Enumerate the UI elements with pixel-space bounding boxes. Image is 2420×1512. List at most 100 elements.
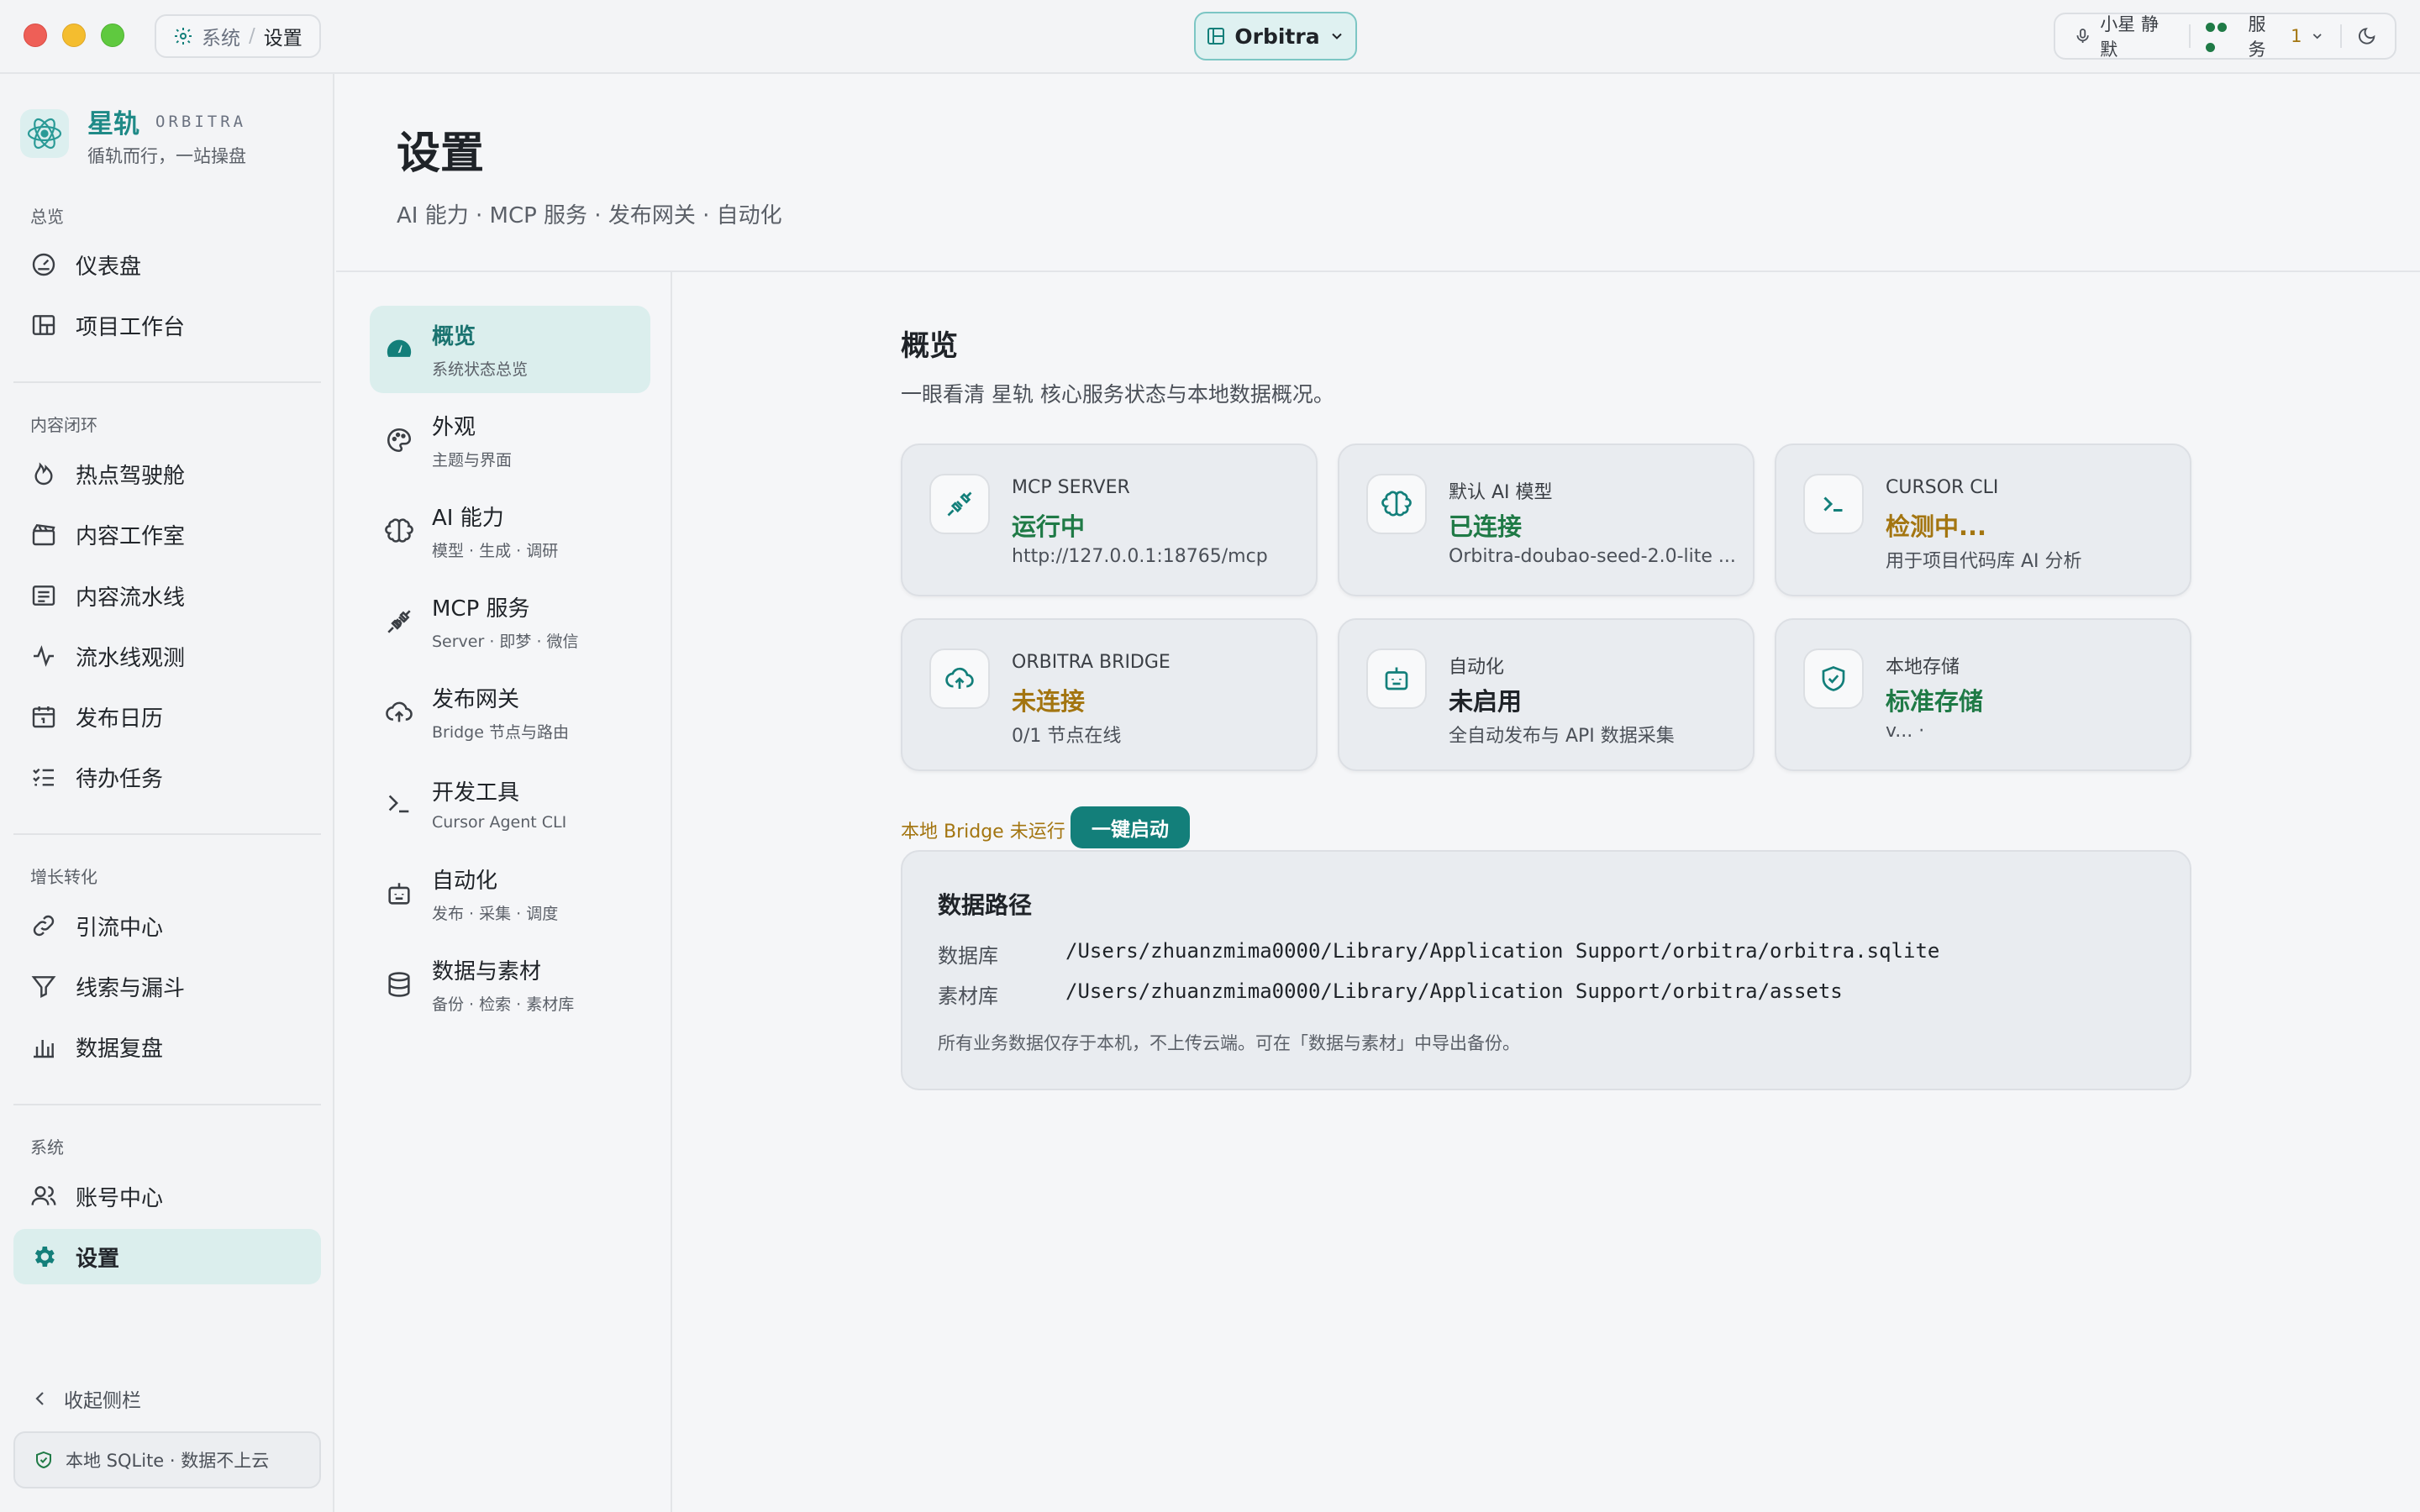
card-detail: 用于项目代码库 AI 分析 <box>1886 551 2082 572</box>
sidebar-item-pipeline[interactable]: 内容流水线 <box>13 568 321 623</box>
settings-tab-gateway[interactable]: 发布网关 Bridge 节点与路由 <box>370 669 650 756</box>
sidebar-item-calendar[interactable]: 发布日历 <box>13 689 321 744</box>
settings-tab-title: 发布网关 <box>432 687 520 712</box>
status-bar: 小星 静默 服务 1 <box>2054 13 2396 60</box>
sidebar-item-funnel[interactable]: 线索与漏斗 <box>13 958 321 1014</box>
card-value: 未连接 <box>1012 687 1086 716</box>
settings-tab-desc: Bridge 节点与路由 <box>432 723 569 742</box>
services-count: 1 <box>2291 26 2302 46</box>
bar-chart-icon <box>34 1040 54 1058</box>
card-icon-box <box>1803 648 1864 709</box>
terminal-icon <box>388 795 409 813</box>
link-icon <box>33 915 55 937</box>
microphone-icon[interactable] <box>2074 27 2091 45</box>
sidebar-item-observe[interactable]: 流水线观测 <box>13 628 321 684</box>
sidebar-item-label: 仪表盘 <box>76 254 142 280</box>
database-icon <box>388 972 410 997</box>
settings-tab-mcp[interactable]: MCP 服务 Server · 即梦 · 微信 <box>370 578 650 665</box>
card-icon-box <box>929 474 990 534</box>
palette-icon <box>387 428 412 453</box>
card-detail: 全自动发布与 API 数据采集 <box>1449 726 1675 747</box>
settings-tab-desc: 主题与界面 <box>432 451 513 470</box>
terminal-icon <box>1823 496 1843 512</box>
sidebar-item-review[interactable]: 数据复盘 <box>13 1019 321 1074</box>
settings-tab-ai[interactable]: AI 能力 模型 · 生成 · 调研 <box>370 487 650 575</box>
gear-icon <box>175 28 192 45</box>
app-switcher[interactable]: Orbitra <box>1194 12 1357 60</box>
settings-tab-appearance[interactable]: 外观 主题与界面 <box>370 396 650 484</box>
chevron-down-icon <box>1331 33 1342 39</box>
page-subtitle: AI 能力 · MCP 服务 · 发布网关 · 自动化 <box>397 203 782 228</box>
sidebar-item-traffic[interactable]: 引流中心 <box>13 898 321 953</box>
overview-description: 一眼看清 星轨 核心服务状态与本地数据概况。 <box>901 382 1334 407</box>
brand-logo <box>20 109 69 158</box>
overview-title: 概览 <box>901 329 958 363</box>
status-card-mcp-server[interactable]: MCP SERVER 运行中 http://127.0.0.1:18765/mc… <box>901 444 1318 596</box>
card-label: ORBITRA BRIDGE <box>1012 652 1171 673</box>
card-icon-box <box>1366 648 1427 709</box>
settings-tab-automation[interactable]: 自动化 发布 · 采集 · 调度 <box>370 850 650 937</box>
sidebar-item-hotspot[interactable]: 热点驾驶舱 <box>13 446 321 501</box>
services-label[interactable]: 服务 <box>2248 11 2282 61</box>
breadcrumb-parent[interactable]: 系统 <box>202 22 240 50</box>
window-minimize-button[interactable] <box>62 24 86 47</box>
breadcrumb[interactable]: 系统 / 设置 <box>155 14 321 58</box>
card-icon-box <box>929 648 990 709</box>
sidebar-section-content: 内容闭环 <box>30 415 97 435</box>
moon-icon[interactable] <box>2357 26 2376 46</box>
sidebar-item-studio[interactable]: 内容工作室 <box>13 507 321 562</box>
service-status-dots <box>2205 16 2240 56</box>
card-value: 检测中... <box>1886 512 1987 541</box>
status-card-storage[interactable]: 本地存储 标准存储 v... · <box>1775 618 2191 771</box>
window-zoom-button[interactable] <box>101 24 124 47</box>
settings-tab-title: 外观 <box>432 415 476 440</box>
page-title: 设置 <box>397 129 485 179</box>
users-icon <box>31 1186 56 1205</box>
chevron-down-icon[interactable] <box>2310 29 2324 44</box>
chevron-left-icon <box>35 1392 44 1405</box>
sidebar-item-accounts[interactable]: 账号中心 <box>13 1168 321 1224</box>
grid-icon <box>32 315 55 335</box>
settings-tab-desc: Cursor Agent CLI <box>432 812 567 832</box>
settings-tab-devtools[interactable]: 开发工具 Cursor Agent CLI <box>370 759 650 847</box>
settings-tab-title: 数据与素材 <box>432 959 542 984</box>
breadcrumb-separator: / <box>249 25 255 47</box>
collapse-sidebar-button[interactable]: 收起侧栏 <box>30 1384 141 1413</box>
path-value-assets[interactable]: /Users/zhuanzmima0000/Library/Applicatio… <box>1065 979 1843 1003</box>
status-card-automation[interactable]: 自动化 未启用 全自动发布与 API 数据采集 <box>1338 618 1754 771</box>
window-close-button[interactable] <box>24 24 47 47</box>
settings-tab-overview[interactable]: 概览 系统状态总览 <box>370 306 650 393</box>
path-value-database[interactable]: /Users/zhuanzmima0000/Library/Applicatio… <box>1065 939 1939 963</box>
sidebar-item-settings[interactable]: 设置 <box>13 1229 321 1284</box>
brain-icon <box>1381 491 1412 517</box>
sidebar-item-label: 账号中心 <box>76 1185 164 1211</box>
path-label-assets: 素材库 <box>938 984 998 1008</box>
sidebar-item-label: 发布日历 <box>76 706 164 732</box>
sidebar-item-workspace[interactable]: 项目工作台 <box>13 297 321 353</box>
gear-icon <box>34 1247 55 1267</box>
sidebar-item-label: 内容工作室 <box>76 523 186 549</box>
voice-status[interactable]: 小星 静默 <box>2100 11 2174 61</box>
data-paths-card: 数据路径 数据库 /Users/zhuanzmima0000/Library/A… <box>901 850 2191 1090</box>
sidebar-section-system: 系统 <box>30 1137 64 1158</box>
sidebar-item-dashboard[interactable]: 仪表盘 <box>13 237 321 292</box>
start-bridge-button[interactable]: 一键启动 <box>1071 806 1190 848</box>
status-card-cursor-cli[interactable]: CURSOR CLI 检测中... 用于项目代码库 AI 分析 <box>1775 444 2191 596</box>
settings-nav: 概览 系统状态总览 外观 主题与界面 AI 能力 模型 · 生成 · 调研 MC… <box>336 272 672 1512</box>
clapperboard-icon <box>32 524 55 546</box>
settings-tab-title: MCP 服务 <box>432 596 530 622</box>
plug-icon <box>947 491 972 517</box>
sidebar-item-label: 设置 <box>76 1246 120 1272</box>
sidebar-item-label: 项目工作台 <box>76 314 186 340</box>
sidebar-item-todo[interactable]: 待办任务 <box>13 749 321 805</box>
settings-tab-data[interactable]: 数据与素材 备份 · 检索 · 素材库 <box>370 941 650 1028</box>
grid-icon <box>1207 28 1225 45</box>
status-card-bridge[interactable]: ORBITRA BRIDGE 未连接 0/1 节点在线 <box>901 618 1318 771</box>
dashboard-icon <box>387 339 412 357</box>
local-storage-note: 本地 SQLite · 数据不上云 <box>13 1431 321 1488</box>
shield-check-icon <box>36 1451 51 1469</box>
card-detail: Orbitra-doubao-seed-2.0-lite ... <box>1449 546 1734 567</box>
sidebar-item-label: 待办任务 <box>76 766 164 792</box>
status-card-ai-model[interactable]: 默认 AI 模型 已连接 Orbitra-doubao-seed-2.0-lit… <box>1338 444 1754 596</box>
settings-tab-desc: 备份 · 检索 · 素材库 <box>432 995 575 1014</box>
